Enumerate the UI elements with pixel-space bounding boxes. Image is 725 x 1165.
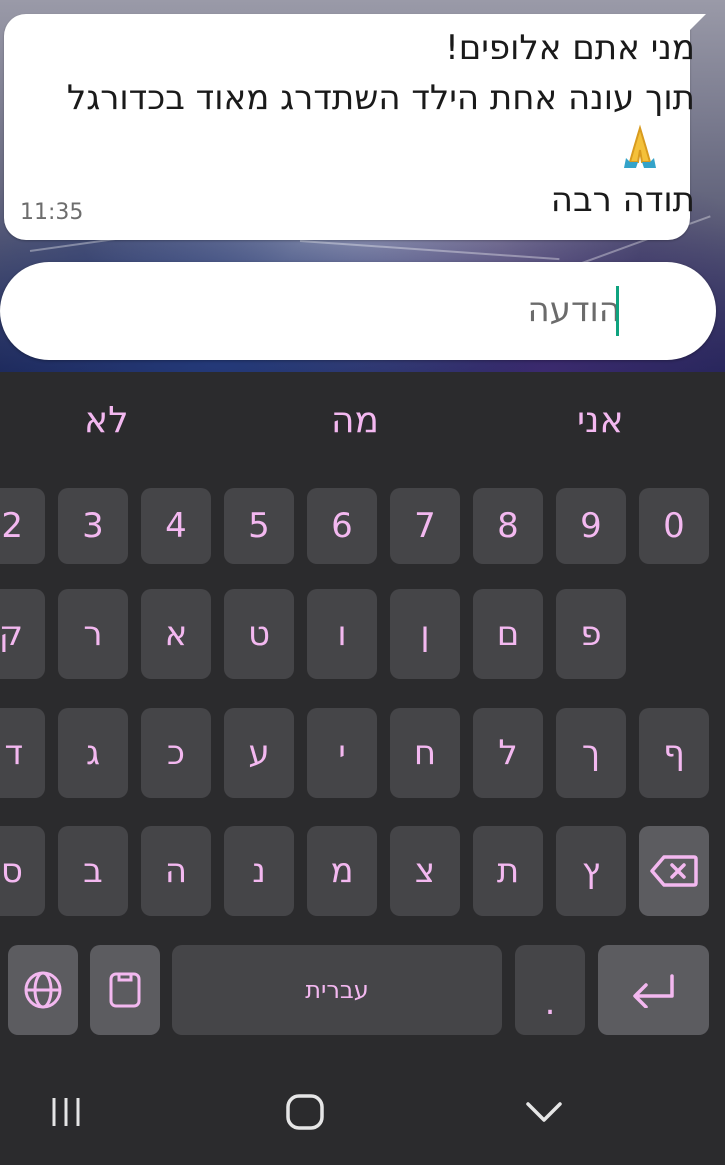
key-he[interactable]: ה [141,826,211,916]
clipboard-key[interactable] [90,945,160,1035]
suggestion-2[interactable]: מה [331,400,379,441]
key-qof[interactable]: ק [0,589,45,679]
composer-text[interactable]: הודעה [527,290,621,330]
message-line-1: מני אתם אלופים! [445,28,695,68]
key-kaf[interactable]: כ [141,708,211,798]
key-samekh[interactable]: ס [0,826,45,916]
recent-apps-icon[interactable] [48,1094,88,1130]
key-6[interactable]: 6 [307,488,377,564]
key-final-tsadi[interactable]: ץ [556,826,626,916]
key-ayin[interactable]: ע [224,708,294,798]
message-line-2: תוך עונה אחת הילד השתדרג מאוד בכדורגל [66,78,695,118]
language-key[interactable] [8,945,78,1035]
key-het[interactable]: ח [390,708,460,798]
clipboard-icon [109,972,141,1008]
home-icon[interactable] [284,1092,326,1132]
text-caret [616,286,619,336]
key-tet[interactable]: ט [224,589,294,679]
globe-icon [24,971,62,1009]
key-final-kaf[interactable]: ך [556,708,626,798]
enter-key[interactable] [598,945,709,1035]
key-0[interactable]: 0 [639,488,709,564]
key-tsadi[interactable]: צ [390,826,460,916]
key-vav[interactable]: ו [307,589,377,679]
key-dalet[interactable]: ד [0,708,45,798]
message-line-3: תודה רבה [550,180,695,220]
key-final-mem[interactable]: ם [473,589,543,679]
suggestion-3[interactable]: לא [84,400,129,441]
folded-hands-icon [624,124,656,168]
period-key[interactable]: . [515,945,585,1035]
system-navigation-bar [0,1060,725,1165]
message-timestamp: 11:35 [20,200,84,225]
key-tav[interactable]: ת [473,826,543,916]
key-yod[interactable]: י [307,708,377,798]
key-final-nun[interactable]: ן [390,589,460,679]
key-8[interactable]: 8 [473,488,543,564]
key-bet[interactable]: ב [58,826,128,916]
key-9[interactable]: 9 [556,488,626,564]
back-icon[interactable] [524,1096,564,1126]
key-mem[interactable]: מ [307,826,377,916]
space-bar[interactable]: עברית [172,945,502,1035]
backspace-key[interactable] [639,826,709,916]
suggestion-1[interactable]: אני [577,400,624,441]
key-lamed[interactable]: ל [473,708,543,798]
key-pe[interactable]: פ [556,589,626,679]
key-5[interactable]: 5 [224,488,294,564]
key-nun[interactable]: נ [224,826,294,916]
key-gimel[interactable]: ג [58,708,128,798]
key-3[interactable]: 3 [58,488,128,564]
backspace-icon [650,855,698,887]
key-2[interactable]: 2 [0,488,45,564]
key-alef[interactable]: א [141,589,211,679]
key-4[interactable]: 4 [141,488,211,564]
enter-icon [632,974,674,1008]
key-7[interactable]: 7 [390,488,460,564]
key-resh[interactable]: ר [58,589,128,679]
key-final-pe[interactable]: ף [639,708,709,798]
